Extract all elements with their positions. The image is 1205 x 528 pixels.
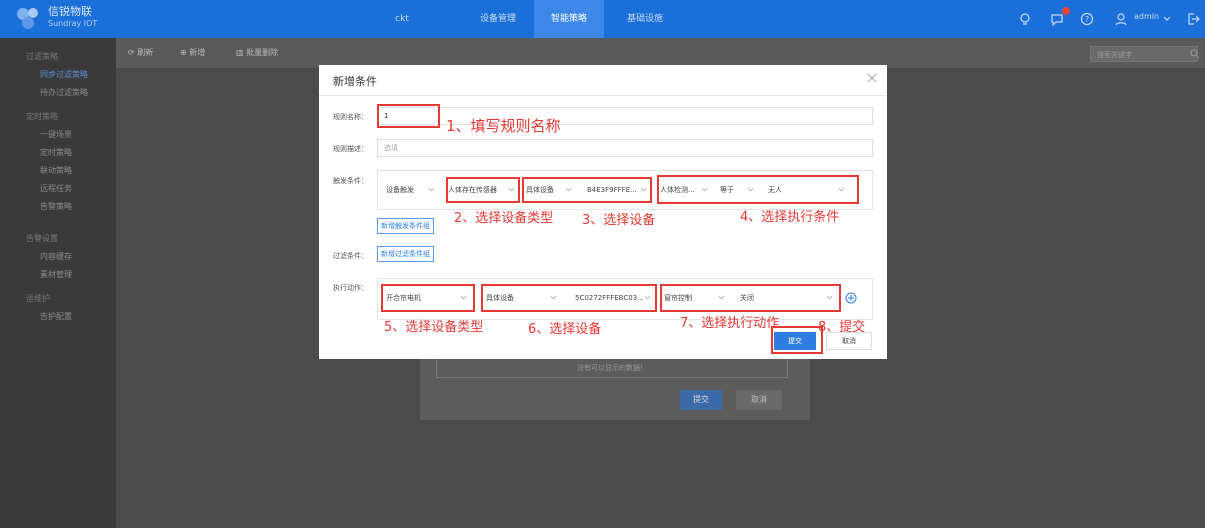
logout-icon[interactable] bbox=[1186, 12, 1200, 26]
nav-device-management[interactable]: 设备管理 bbox=[462, 0, 534, 38]
chevron-down-icon[interactable] bbox=[1160, 12, 1174, 26]
nav-ckt[interactable]: ckt bbox=[372, 0, 432, 38]
refresh-label: 刷新 bbox=[137, 48, 154, 57]
brand: 信锐物联 Sundray IOT bbox=[48, 6, 97, 30]
empty-message: 没有可以显示的数据！ bbox=[436, 358, 788, 378]
annotation-step-6: 6、选择设备 bbox=[528, 322, 602, 337]
add-button[interactable]: ⊕ 新增 bbox=[180, 47, 205, 58]
nav-smart-strategy[interactable]: 智能策略 bbox=[534, 0, 604, 38]
rule-desc-input[interactable]: 选填 bbox=[377, 139, 873, 157]
close-icon[interactable] bbox=[867, 73, 877, 83]
trigger-label: 触发条件： bbox=[333, 177, 368, 185]
brand-subtitle: Sundray IOT bbox=[48, 19, 98, 28]
highlight-condition bbox=[657, 175, 859, 204]
search-input[interactable]: 搜索关键字 bbox=[1090, 46, 1198, 62]
highlight-action-device bbox=[481, 284, 657, 312]
batch-delete-label: 批量删除 bbox=[246, 48, 279, 57]
dialog-title: 新增条件 bbox=[333, 75, 377, 88]
message-icon[interactable] bbox=[1050, 12, 1064, 26]
refresh-button[interactable]: ⟳ 刷新 bbox=[128, 47, 153, 58]
annotation-step-1: 1、填写规则名称 bbox=[446, 117, 561, 135]
annotation-step-3: 3、选择设备 bbox=[582, 213, 656, 228]
highlight-action bbox=[660, 284, 841, 312]
trigger-type-value: 设备触发 bbox=[386, 186, 414, 194]
svg-text:?: ? bbox=[1085, 15, 1089, 24]
top-bar: 信锐物联 Sundray IOT ckt 设备管理 智能策略 基础设施 ? ad… bbox=[0, 0, 1205, 38]
logo-icon bbox=[17, 8, 38, 29]
add-trigger-group-button[interactable]: 新增触发条件组 bbox=[377, 218, 434, 234]
toolbar: ⟳ 刷新 ⊕ 新增 ▥ 批量删除 bbox=[116, 38, 1205, 68]
add-label: 新增 bbox=[189, 48, 206, 57]
highlight-device bbox=[522, 177, 652, 203]
chevron-down-icon bbox=[428, 187, 435, 192]
user-name[interactable]: admin bbox=[1134, 12, 1159, 21]
add-action-icon[interactable] bbox=[845, 292, 857, 304]
annotation-step-2: 2、选择设备类型 bbox=[454, 211, 554, 226]
nav-infrastructure[interactable]: 基础设施 bbox=[610, 0, 680, 38]
notification-badge bbox=[1062, 7, 1070, 15]
batch-delete-button[interactable]: ▥ 批量删除 bbox=[236, 47, 278, 58]
annotation-step-7: 7、选择执行动作 bbox=[680, 316, 780, 331]
brand-name: 信锐物联 bbox=[48, 5, 92, 18]
dialog-divider bbox=[319, 95, 887, 96]
rule-desc-label: 规则描述： bbox=[333, 145, 368, 153]
annotation-step-4: 4、选择执行条件 bbox=[740, 210, 840, 225]
highlight-device-type bbox=[446, 177, 520, 203]
help-icon[interactable]: ? bbox=[1080, 12, 1094, 26]
highlight-action-device-type bbox=[381, 284, 475, 312]
user-icon[interactable] bbox=[1114, 12, 1128, 26]
highlight-rule-name bbox=[377, 104, 440, 128]
search-icon[interactable] bbox=[1190, 49, 1200, 59]
annotation-step-8: 8、提交 bbox=[818, 320, 866, 335]
filter-label: 过滤条件： bbox=[333, 252, 368, 260]
add-filter-group-button[interactable]: 新增过滤条件组 bbox=[377, 246, 434, 262]
sidebar: 过滤策略 同步过滤策略 待办过滤策略 定时策略 一键场景 定时策略 联动策略 远… bbox=[0, 38, 116, 528]
background-submit-button: 提交 bbox=[680, 390, 722, 410]
annotation-step-5: 5、选择设备类型 bbox=[384, 320, 484, 335]
action-label: 执行动作： bbox=[333, 284, 368, 292]
background-cancel-button: 取消 bbox=[736, 390, 782, 410]
lightbulb-icon[interactable] bbox=[1018, 12, 1032, 26]
rule-name-label: 规则名称： bbox=[333, 113, 368, 121]
